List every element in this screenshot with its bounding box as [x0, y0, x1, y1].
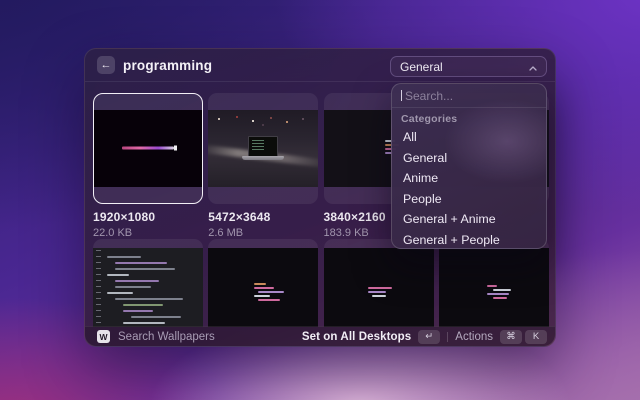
dropdown-item-general[interactable]: General	[394, 148, 544, 169]
wallpaper-cell	[208, 239, 318, 327]
thumbnail-image-code-dark	[439, 248, 549, 327]
dropdown-search-input[interactable]: Search...	[392, 84, 546, 107]
wallpaper-filesize: 2.6 MB	[208, 227, 318, 239]
wallpaper-thumbnail[interactable]	[439, 239, 549, 327]
category-dropdown-value: General	[400, 60, 443, 74]
search-placeholder: Search...	[405, 89, 453, 103]
back-arrow-icon: ←	[101, 59, 112, 71]
wallpaper-filesize: 22.0 KB	[93, 227, 203, 239]
desktop-background: ← programming General	[0, 0, 640, 400]
footer-divider	[447, 332, 448, 342]
category-dropdown-menu: Search... Categories All General Anime P…	[391, 83, 547, 249]
thumbnail-image-laptop-photo	[208, 110, 318, 187]
dropdown-item-all[interactable]: All	[394, 127, 544, 148]
chevron-up-icon	[529, 58, 537, 76]
page-title: programming	[123, 49, 212, 81]
thumbnail-image-code-dark	[208, 248, 318, 327]
thumbnail-image-terminal	[94, 110, 202, 187]
dropdown-item-general-anime[interactable]: General + Anime	[394, 209, 544, 230]
primary-action-label[interactable]: Set on All Desktops	[302, 331, 411, 343]
wallpaper-cell	[324, 239, 434, 327]
wallpaper-thumbnail[interactable]	[93, 239, 203, 327]
dropdown-item-people[interactable]: People	[394, 189, 544, 210]
k-key-badge[interactable]: K	[525, 330, 547, 344]
back-button[interactable]: ←	[97, 56, 115, 74]
wallpaper-cell	[439, 239, 549, 327]
wallpaper-picker-window: ← programming General	[84, 48, 556, 347]
wallpaper-cell: 1920×1080 22.0 KB	[93, 93, 203, 239]
wallpaper-resolution: 1920×1080	[93, 210, 203, 224]
app-logo-icon: W	[97, 330, 110, 343]
dropdown-section-label: Categories	[392, 108, 546, 127]
actions-menu-label[interactable]: Actions	[455, 331, 493, 343]
text-caret	[401, 90, 402, 101]
wallpaper-thumbnail[interactable]	[208, 239, 318, 327]
command-key-badge[interactable]: ⌘	[500, 330, 522, 344]
category-dropdown-button[interactable]: General	[390, 56, 547, 77]
wallpaper-thumbnail[interactable]	[208, 93, 318, 204]
thumbnail-image-code-editor	[93, 248, 203, 327]
window-header: ← programming General	[85, 49, 555, 81]
wallpaper-thumbnail-selected[interactable]	[93, 93, 203, 204]
return-key-badge[interactable]: ↵	[418, 330, 440, 344]
dropdown-item-general-people[interactable]: General + People	[394, 230, 544, 251]
action-bar: W Search Wallpapers Set on All Desktops …	[85, 326, 555, 346]
wallpaper-thumbnail[interactable]	[324, 239, 434, 327]
wallpaper-resolution: 5472×3648	[208, 210, 318, 224]
wallpaper-cell: 5472×3648 2.6 MB	[208, 93, 318, 239]
wallpaper-meta: 1920×1080 22.0 KB	[93, 210, 203, 239]
wallpaper-cell	[93, 239, 203, 327]
app-name: Search Wallpapers	[118, 331, 215, 343]
dropdown-item-anime[interactable]: Anime	[394, 168, 544, 189]
wallpaper-meta: 5472×3648 2.6 MB	[208, 210, 318, 239]
thumbnail-image-code-dark	[324, 248, 434, 327]
